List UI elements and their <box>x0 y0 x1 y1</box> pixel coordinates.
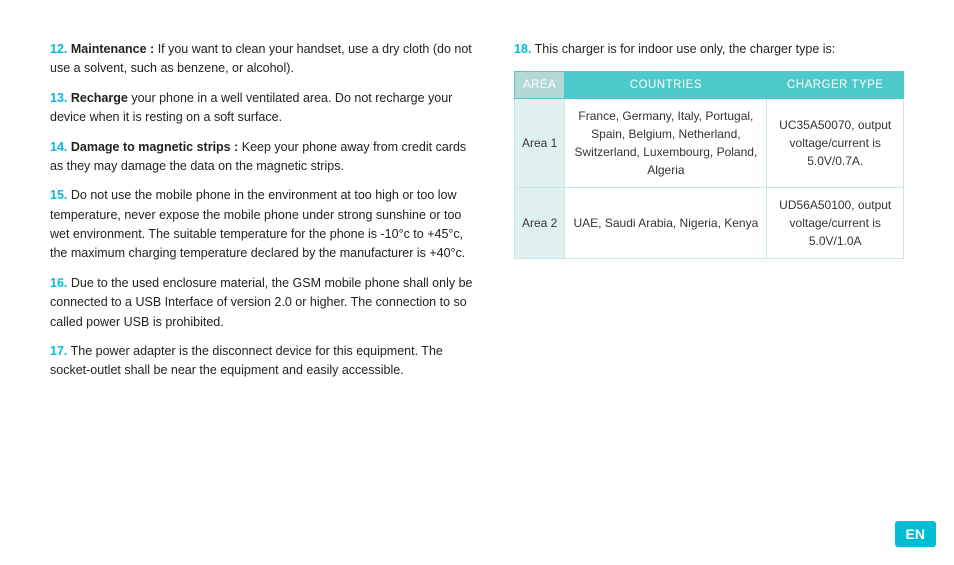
left-paragraph: 12. Maintenance : If you want to clean y… <box>50 40 474 79</box>
table-row: Area 2UAE, Saudi Arabia, Nigeria, KenyaU… <box>515 188 904 259</box>
item-num: 14. <box>50 140 67 154</box>
area-cell: Area 2 <box>515 188 565 259</box>
item-num: 17. <box>50 344 67 358</box>
countries-cell: UAE, Saudi Arabia, Nigeria, Kenya <box>565 188 767 259</box>
left-paragraph: 16. Due to the used enclosure material, … <box>50 274 474 332</box>
charger-type-cell: UD56A50100, output voltage/current is 5.… <box>767 188 904 259</box>
item-num: 12. <box>50 42 67 56</box>
charger-table: AREACOUNTRIESCHARGER TYPE Area 1France, … <box>514 71 904 259</box>
left-column: 12. Maintenance : If you want to clean y… <box>50 40 474 391</box>
table-row: Area 1France, Germany, Italy, Portugal, … <box>515 99 904 188</box>
left-paragraph: 13. Recharge your phone in a well ventil… <box>50 89 474 128</box>
intro-paragraph: 18. This charger is for indoor use only,… <box>514 40 904 59</box>
en-badge: EN <box>895 521 936 547</box>
item-bold: Recharge <box>67 91 127 105</box>
area-cell: Area 1 <box>515 99 565 188</box>
right-column: 18. This charger is for indoor use only,… <box>514 40 904 391</box>
table-header-charger-type: CHARGER TYPE <box>767 72 904 99</box>
item-bold: Damage to magnetic strips : <box>67 140 238 154</box>
item-num: 15. <box>50 188 67 202</box>
item-bold: Maintenance : <box>67 42 154 56</box>
table-header-area: AREA <box>515 72 565 99</box>
intro-text: This charger is for indoor use only, the… <box>531 42 835 56</box>
intro-num: 18. <box>514 42 531 56</box>
item-num: 16. <box>50 276 67 290</box>
left-paragraph: 17. The power adapter is the disconnect … <box>50 342 474 381</box>
left-paragraph: 14. Damage to magnetic strips : Keep you… <box>50 138 474 177</box>
item-num: 13. <box>50 91 67 105</box>
charger-type-cell: UC35A50070, output voltage/current is 5.… <box>767 99 904 188</box>
countries-cell: France, Germany, Italy, Portugal, Spain,… <box>565 99 767 188</box>
left-paragraph: 15. Do not use the mobile phone in the e… <box>50 186 474 264</box>
table-header-countries: COUNTRIES <box>565 72 767 99</box>
